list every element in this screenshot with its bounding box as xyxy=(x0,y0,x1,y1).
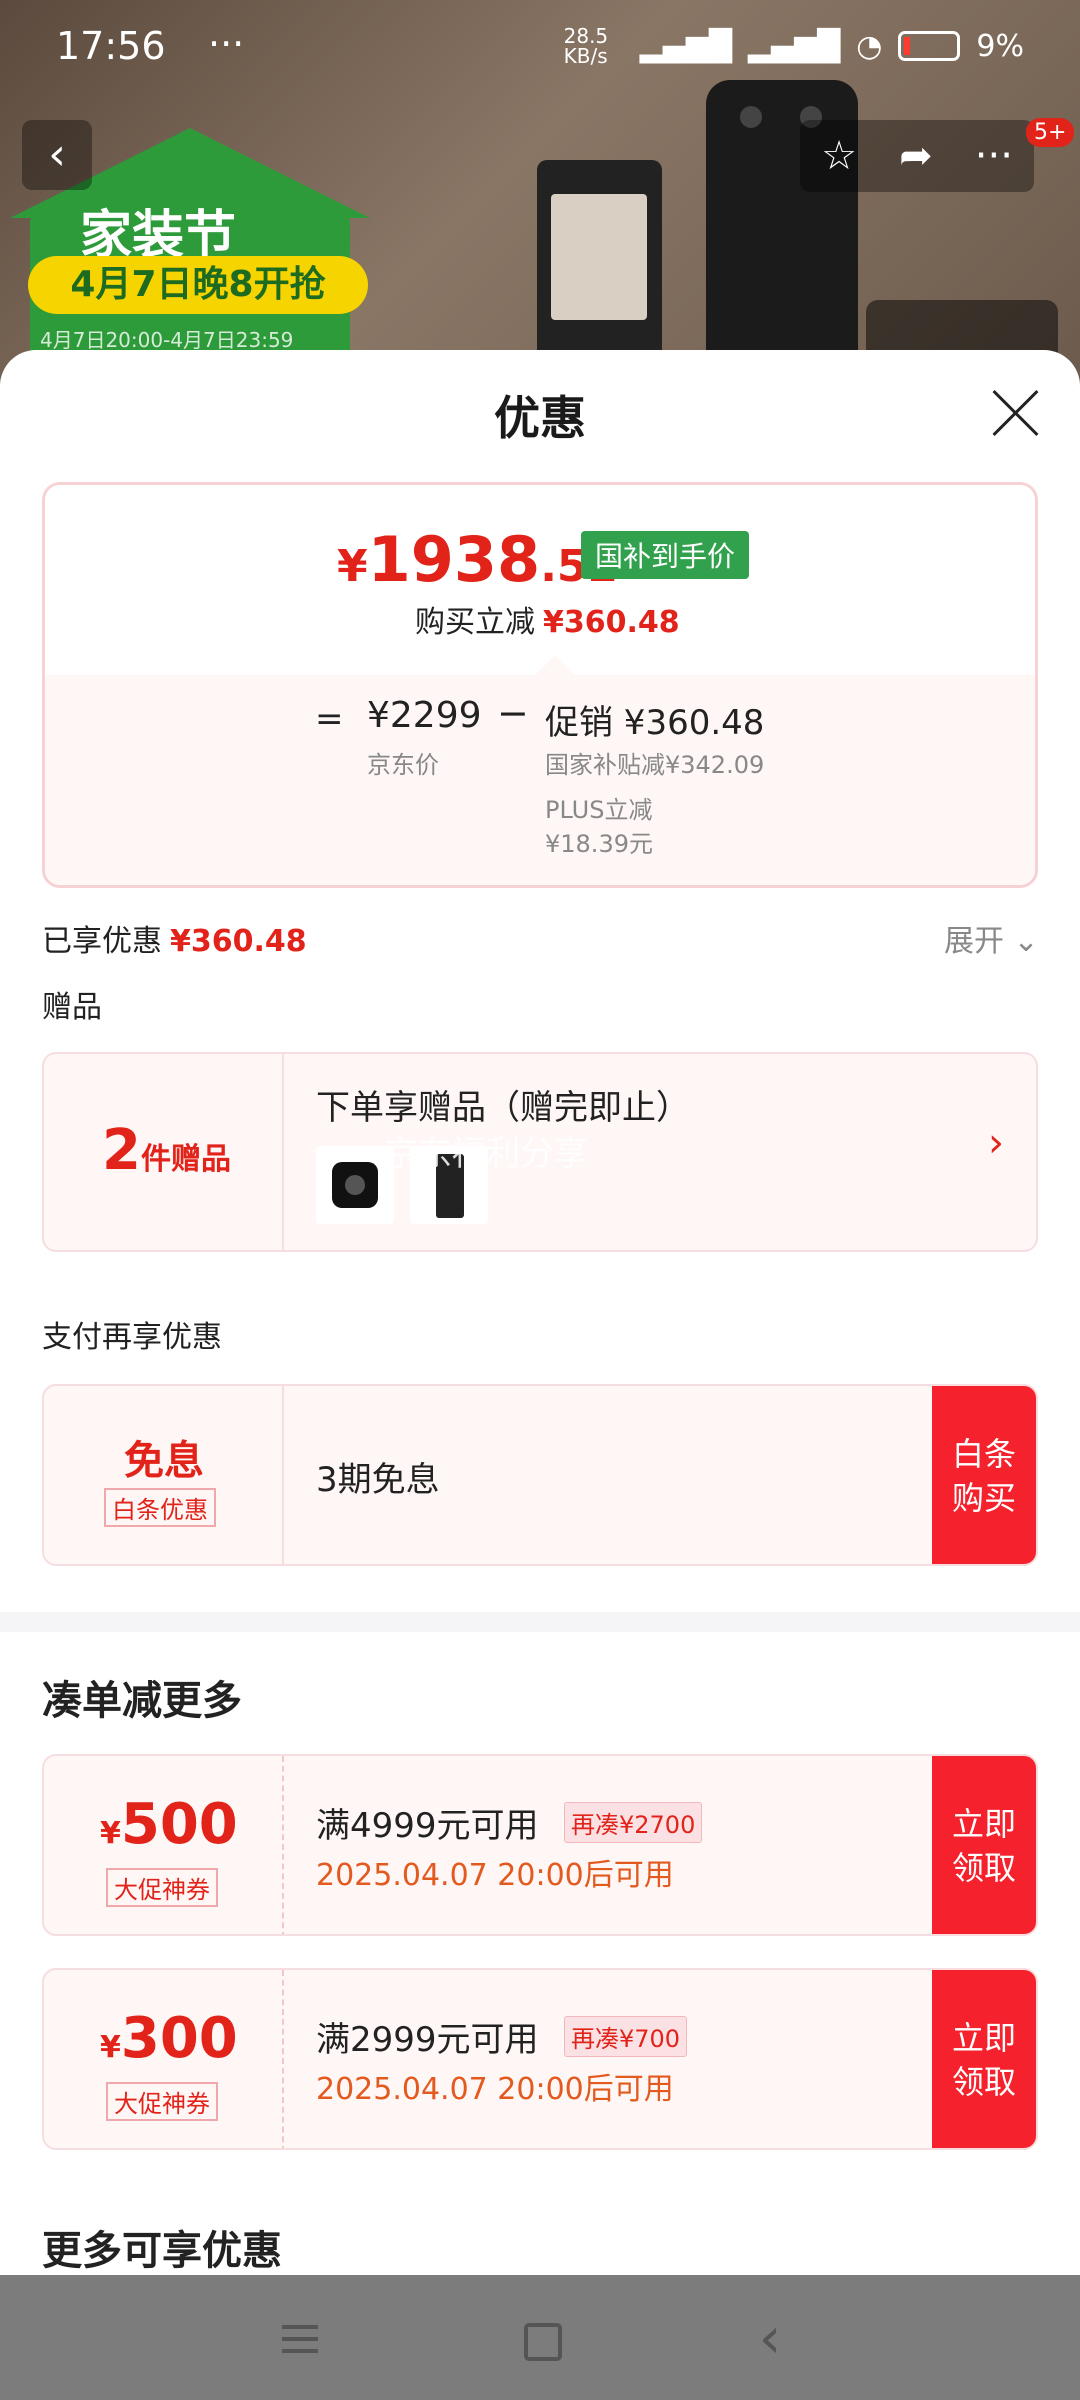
signal-icon: ▂▄▆█ xyxy=(639,28,732,64)
section-divider xyxy=(0,1612,1080,1632)
status-indicators: 28.5 KB/s ▂▄▆█ ▂▄▆█ ◔ 9% xyxy=(564,26,1024,66)
coupon-left-panel: ¥300 大促神券 xyxy=(44,1970,284,2148)
pay-main: 免息 xyxy=(124,1438,204,1484)
final-price: ¥ 1938 .52 xyxy=(337,523,618,596)
more-enjoy-title: 更多可享优惠 xyxy=(42,2228,282,2274)
gift-count-panel: 2件赠品 xyxy=(44,1054,284,1250)
equals-sign: = xyxy=(315,699,344,739)
battery-icon xyxy=(898,31,961,61)
coupon-time: 2025.04.07 20:00后可用 xyxy=(316,1858,674,1893)
home-icon[interactable] xyxy=(510,2309,570,2369)
gift-count-unit: 件赠品 xyxy=(140,1142,231,1177)
back-icon[interactable]: ‹ xyxy=(740,2309,800,2369)
signal-icon-2: ▂▄▆█ xyxy=(747,28,841,64)
gift-thumbnail-camera xyxy=(316,1146,394,1224)
minus-sign: − xyxy=(497,691,529,735)
chevron-right-icon[interactable]: › xyxy=(988,1120,1004,1166)
gift-count: 2件赠品 xyxy=(102,1118,231,1183)
status-time: 17:56 xyxy=(56,24,166,68)
coupon-symbol: ¥ xyxy=(100,1816,121,1851)
product-image-lock-small xyxy=(537,160,662,370)
promo-range: 4月7日20:00-4月7日23:59 xyxy=(40,328,294,352)
status-bar: 17:56 ··· 28.5 KB/s ▂▄▆█ ▂▄▆█ ◔ 9% xyxy=(0,0,1080,100)
jd-price: ¥2299 xyxy=(367,695,482,736)
system-nav-bar: ‹ xyxy=(0,2275,1080,2400)
expand-button[interactable]: 展开 ⌄ xyxy=(944,916,1039,960)
pay-tag: 白条优惠 xyxy=(104,1488,216,1527)
share-icon[interactable]: ➦ xyxy=(899,133,933,179)
pay-left-panel: 免息 白条优惠 xyxy=(44,1386,284,1564)
price-integer: 1938 xyxy=(367,523,541,596)
promo-total: 促销 ¥360.48 xyxy=(545,703,765,743)
gift-title: 下单享赠品（赠完即止） xyxy=(316,1088,690,1128)
claim-coupon-button[interactable]: 立即 领取 xyxy=(932,1756,1036,1934)
coupon-card: ¥300 大促神券 满2999元可用 再凑¥700 2025.04.07 20:… xyxy=(42,1968,1038,2150)
more-discount-title: 凑单减更多 xyxy=(42,1678,242,1724)
instant-discount-value: ¥360.48 xyxy=(543,605,680,640)
baitiao-buy-button[interactable]: 白条 购买 xyxy=(932,1386,1036,1564)
back-button[interactable]: ‹ xyxy=(22,120,92,190)
jd-price-label: 京东价 xyxy=(367,751,439,779)
gift-count-number: 2 xyxy=(102,1118,141,1183)
sheet-title: 优惠 xyxy=(494,391,586,445)
coupon-symbol: ¥ xyxy=(100,2030,121,2065)
coupon-amount: ¥300 xyxy=(100,2006,238,2071)
lock-screen xyxy=(551,194,647,320)
coupon-value: 300 xyxy=(120,2006,238,2071)
gift-section-title: 赠品 xyxy=(42,990,102,1025)
enjoyed-label: 已享优惠 xyxy=(42,924,162,959)
plus-discount-label: PLUS立减 xyxy=(545,796,653,824)
net-speed: 28.5 KB/s xyxy=(563,24,609,68)
price-summary: ¥ 1938 .52 国补到手价 购买立减 ¥360.48 xyxy=(45,485,1035,675)
plus-discount: PLUS立减 ¥18.39元 xyxy=(545,793,705,861)
coupon-tag: 大促神券 xyxy=(106,1868,218,1907)
coupon-card: ¥500 大促神券 满4999元可用 再凑¥2700 2025.04.07 20… xyxy=(42,1754,1038,1936)
subsidy-price-tag: 国补到手价 xyxy=(581,531,750,579)
price-breakdown: = ¥2299 京东价 − 促销 ¥360.48 国家补贴减¥342.09 PL… xyxy=(45,675,1035,885)
pay-section-title: 支付再享优惠 xyxy=(42,1320,222,1355)
camera-icon xyxy=(740,106,762,128)
coupon-tag: 大促神券 xyxy=(106,2082,218,2121)
enjoyed-discount: 已享优惠 ¥360.48 xyxy=(42,916,307,960)
top-action-group: ☆ ➦ ··· xyxy=(800,120,1034,192)
price-symbol: ¥ xyxy=(337,541,368,592)
price-card: ¥ 1938 .52 国补到手价 购买立减 ¥360.48 = ¥2299 京东价… xyxy=(42,482,1038,888)
plus-discount-value: ¥18.39元 xyxy=(545,830,653,858)
status-more-icon: ··· xyxy=(208,22,245,66)
wifi-icon: ◔ xyxy=(856,28,883,64)
battery-percent: 9% xyxy=(976,28,1024,64)
enjoyed-value: ¥360.48 xyxy=(170,924,307,959)
coupon-time: 2025.04.07 20:00后可用 xyxy=(316,2072,674,2107)
discount-sheet: 优惠 ¥ 1938 .52 国补到手价 购买立减 ¥360.48 = ¥2299 … xyxy=(0,350,1080,2275)
promo-date: 4月7日晚8开抢 xyxy=(28,256,368,314)
coupon-diff-badge: 再凑¥700 xyxy=(564,2016,688,2057)
more-icon[interactable]: ··· xyxy=(975,133,1013,179)
coupon-diff-badge: 再凑¥2700 xyxy=(564,1802,703,1843)
coupon-condition: 满2999元可用 xyxy=(316,2020,539,2060)
watermark-text: 京东福利分享 xyxy=(384,1134,588,1174)
coupon-condition: 满4999元可用 xyxy=(316,1806,539,1846)
gift-card[interactable]: 2件赠品 下单享赠品（赠完即止） 京东福利分享 › xyxy=(42,1052,1038,1252)
coupon-left-panel: ¥500 大促神券 xyxy=(44,1756,284,1934)
coupon-amount: ¥500 xyxy=(100,1792,238,1857)
gov-subsidy: 国家补贴减¥342.09 xyxy=(545,751,765,779)
close-icon[interactable] xyxy=(984,382,1046,444)
claim-coupon-button[interactable]: 立即 领取 xyxy=(932,1970,1036,2148)
coupon-value: 500 xyxy=(120,1792,238,1857)
instant-discount-label: 购买立减 xyxy=(415,605,535,640)
menu-icon[interactable] xyxy=(270,2309,330,2369)
camera-thumb-icon xyxy=(332,1162,378,1208)
pay-desc: 3期免息 xyxy=(316,1460,440,1500)
star-icon[interactable]: ☆ xyxy=(821,133,857,179)
message-badge: 5+ xyxy=(1026,118,1075,147)
instant-discount: 购买立减 ¥360.48 xyxy=(415,597,680,641)
pay-card: 免息 白条优惠 3期免息 白条 购买 xyxy=(42,1384,1038,1566)
